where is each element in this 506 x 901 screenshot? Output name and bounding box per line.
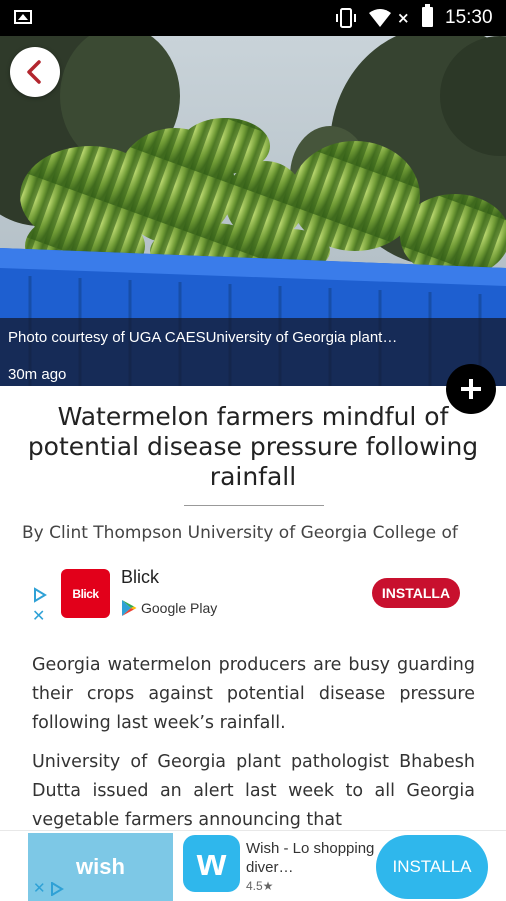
back-button[interactable] <box>10 47 60 97</box>
ad-install-button[interactable]: INSTALLA <box>376 835 488 899</box>
ad-app-title: Wish - Lo shopping diver… <box>246 840 375 876</box>
article-paragraph: University of Georgia plant pathologist … <box>32 752 475 830</box>
no-signal-icon: × <box>397 9 410 27</box>
vibrate-icon <box>336 8 356 28</box>
bottom-banner-ad[interactable]: wish w Wish - Lo shopping diver… 4.5★ IN… <box>0 830 506 901</box>
wifi-icon <box>369 9 391 27</box>
ad-close-icon[interactable]: ✕ <box>32 606 45 625</box>
published-time: 30m ago <box>8 366 67 383</box>
article-paragraph: Georgia watermelon producers are busy gu… <box>32 655 475 733</box>
google-play-icon <box>122 600 137 616</box>
ad-rating: 4.5★ <box>246 879 274 893</box>
article-title: Watermelon farmers mindful of potential … <box>27 402 479 491</box>
inline-ad[interactable]: ✕ Blick Blick Google Play INSTALLA <box>0 560 506 632</box>
ad-store-label: Google Play <box>141 600 218 616</box>
image-notification-icon <box>14 10 32 24</box>
clock: 15:30 <box>445 7 493 28</box>
title-divider <box>184 505 324 506</box>
ad-app-name: Blick <box>121 567 160 587</box>
article-body: Georgia watermelon producers are busy gu… <box>32 651 475 845</box>
photo-caption: Photo courtesy of UGA CAESUniversity of … <box>8 329 398 346</box>
battery-icon <box>422 4 433 27</box>
status-bar: × 15:30 <box>0 0 506 36</box>
blick-logo[interactable]: Blick <box>61 569 110 618</box>
ad-install-button[interactable]: INSTALLA <box>372 578 460 608</box>
chevron-left-icon <box>27 60 41 84</box>
adchoices-icon[interactable] <box>50 882 64 896</box>
article-byline: By Clint Thompson University of Georgia … <box>22 523 458 543</box>
ad-close-icon[interactable]: ✕ <box>33 879 46 897</box>
adchoices-icon[interactable] <box>32 587 48 603</box>
wish-logo[interactable]: w <box>183 835 240 892</box>
